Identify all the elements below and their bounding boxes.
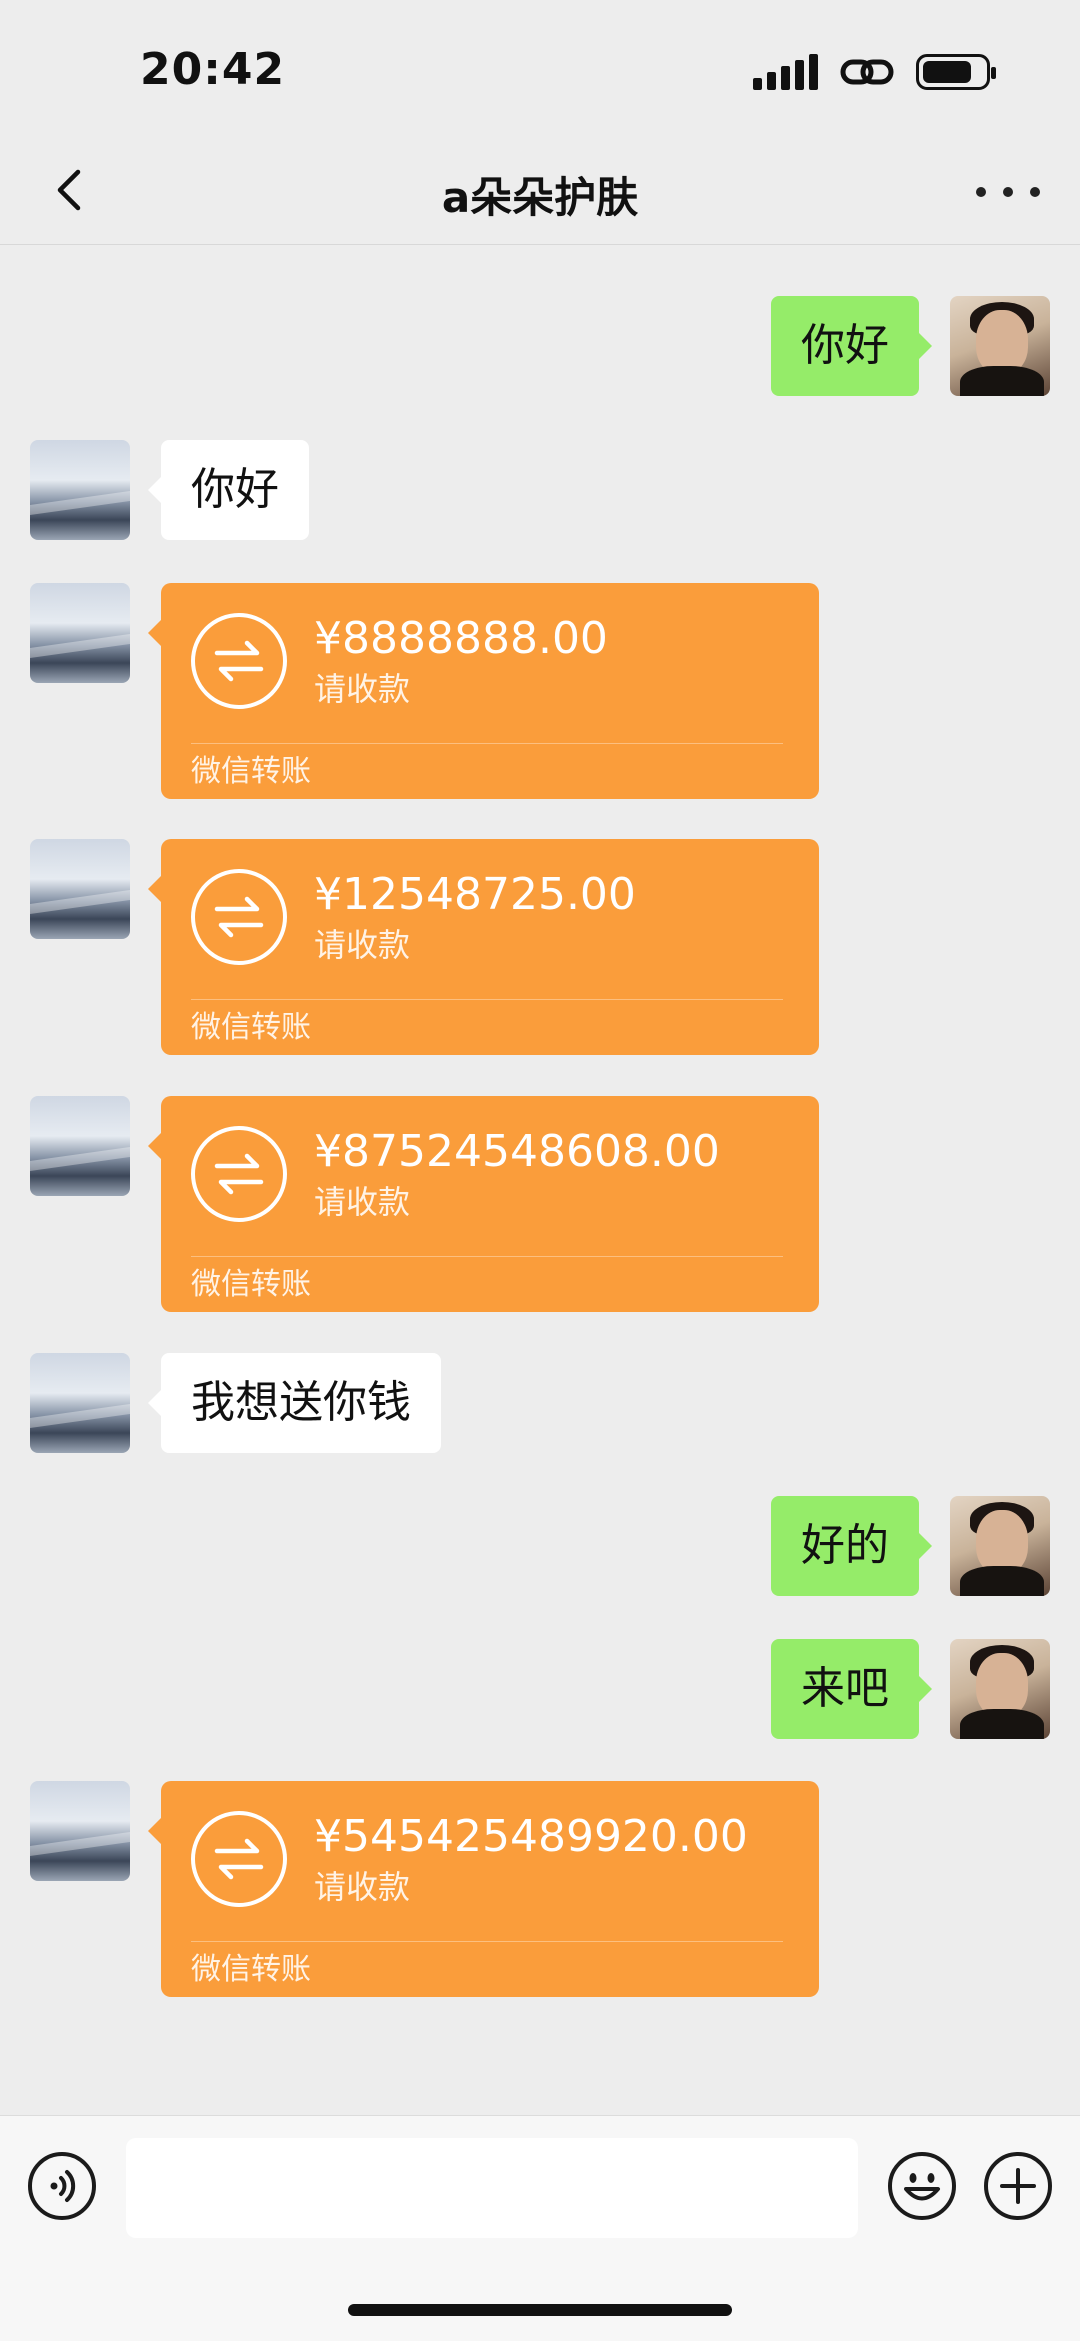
contact-avatar[interactable] bbox=[30, 440, 130, 540]
transfer-footer: 微信转账 bbox=[191, 754, 311, 789]
transfer-card[interactable]: ¥12548725.00 请收款 微信转账 bbox=[148, 839, 819, 1055]
transfer-amount: ¥545425489920.00 bbox=[314, 1811, 748, 1862]
message-bubble[interactable]: 你好 bbox=[148, 440, 309, 540]
transfer-status: 请收款 bbox=[314, 1868, 411, 1906]
signal-icon bbox=[753, 54, 818, 90]
transfer-status: 请收款 bbox=[314, 926, 411, 964]
message-bubble[interactable]: 好的 bbox=[771, 1496, 932, 1596]
emoji-icon bbox=[904, 2173, 940, 2201]
divider bbox=[191, 1941, 783, 1942]
divider bbox=[191, 1256, 783, 1257]
message-bubble[interactable]: 来吧 bbox=[771, 1639, 932, 1739]
more-icon bbox=[976, 187, 986, 197]
chat-title: a朵朵护肤 bbox=[441, 173, 639, 222]
home-indicator[interactable] bbox=[348, 2304, 732, 2316]
my-avatar[interactable] bbox=[950, 296, 1050, 396]
status-time: 20:42 bbox=[140, 44, 286, 95]
message-list[interactable]: 你好 你好 ¥8888888.00 请收款 微信转账 ¥12548725.00 … bbox=[0, 245, 1080, 2115]
status-icons bbox=[753, 50, 996, 94]
link-icon bbox=[840, 59, 894, 85]
emoji-button[interactable] bbox=[888, 2152, 956, 2220]
divider bbox=[191, 999, 783, 1000]
contact-avatar[interactable] bbox=[30, 1781, 130, 1881]
message-bubble[interactable]: 你好 bbox=[771, 296, 932, 396]
transfer-footer: 微信转账 bbox=[191, 1010, 311, 1045]
transfer-icon bbox=[191, 1811, 287, 1907]
transfer-card[interactable]: ¥87524548608.00 请收款 微信转账 bbox=[148, 1096, 819, 1312]
transfer-icon bbox=[191, 613, 287, 709]
voice-button[interactable] bbox=[28, 2152, 96, 2220]
transfer-status: 请收款 bbox=[314, 1183, 411, 1221]
transfer-card[interactable]: ¥8888888.00 请收款 微信转账 bbox=[148, 583, 819, 799]
battery-icon bbox=[916, 54, 996, 90]
transfer-amount: ¥87524548608.00 bbox=[314, 1126, 720, 1177]
transfer-icon bbox=[191, 869, 287, 965]
my-avatar[interactable] bbox=[950, 1496, 1050, 1596]
transfer-icon bbox=[191, 1126, 287, 1222]
transfer-amount: ¥12548725.00 bbox=[314, 869, 636, 920]
message-input[interactable] bbox=[126, 2138, 858, 2238]
more-functions-button[interactable] bbox=[984, 2152, 1052, 2220]
transfer-amount: ¥8888888.00 bbox=[314, 613, 608, 664]
my-avatar[interactable] bbox=[950, 1639, 1050, 1739]
more-button[interactable] bbox=[976, 170, 1040, 214]
divider bbox=[191, 743, 783, 744]
status-bar: 20:42 bbox=[0, 0, 1080, 140]
contact-avatar[interactable] bbox=[30, 583, 130, 683]
transfer-footer: 微信转账 bbox=[191, 1952, 311, 1987]
contact-avatar[interactable] bbox=[30, 1096, 130, 1196]
voice-icon bbox=[50, 2170, 76, 2202]
transfer-card[interactable]: ¥545425489920.00 请收款 微信转账 bbox=[148, 1781, 819, 1997]
contact-avatar[interactable] bbox=[30, 839, 130, 939]
message-bubble[interactable]: 我想送你钱 bbox=[148, 1353, 441, 1453]
chat-header: a朵朵护肤 bbox=[0, 140, 1080, 245]
transfer-status: 请收款 bbox=[314, 670, 411, 708]
contact-avatar[interactable] bbox=[30, 1353, 130, 1453]
plus-icon bbox=[1000, 2168, 1036, 2204]
transfer-footer: 微信转账 bbox=[191, 1267, 311, 1302]
